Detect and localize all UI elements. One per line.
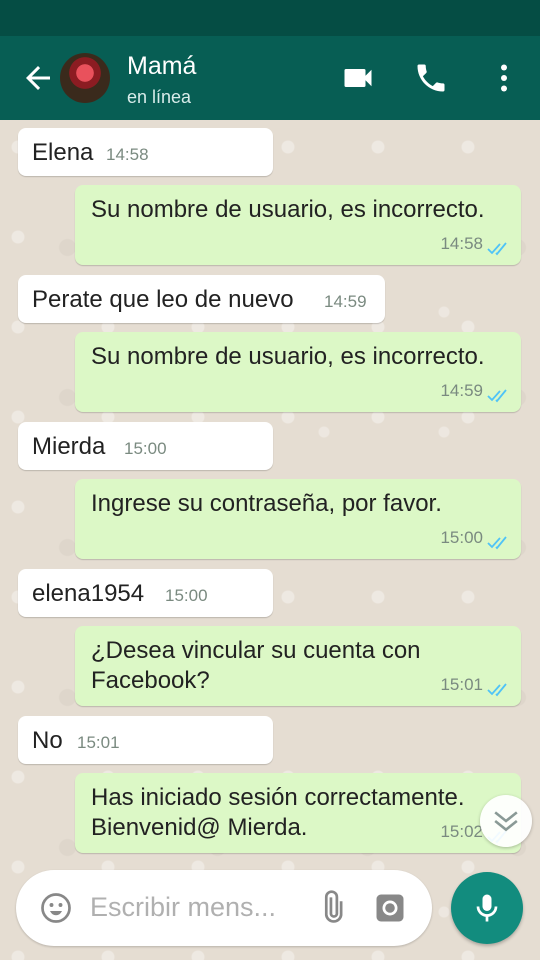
- video-call-icon[interactable]: [340, 60, 376, 96]
- incoming-message[interactable]: No 15:01: [18, 716, 273, 764]
- outgoing-message[interactable]: Su nombre de usuario, es incorrecto. 14:…: [75, 185, 521, 265]
- message-text: Elena: [32, 139, 94, 166]
- outgoing-message[interactable]: Su nombre de usuario, es incorrecto. 14:…: [75, 332, 521, 412]
- incoming-message[interactable]: Mierda 15:00: [18, 422, 273, 470]
- message-text: Su nombre de usuario, es incorrecto.: [91, 343, 485, 370]
- message-input[interactable]: Escribir mens...: [90, 892, 276, 923]
- outgoing-message[interactable]: Has iniciado sesión correctamente. Bienv…: [75, 773, 521, 853]
- message-text: Ingrese su contraseña, por favor.: [91, 490, 442, 517]
- chat-header: Mamá en línea: [0, 36, 540, 120]
- voice-message-button[interactable]: [451, 872, 523, 944]
- more-vert-icon[interactable]: [486, 60, 522, 96]
- message-time: 14:58: [106, 145, 149, 164]
- avatar[interactable]: [60, 53, 110, 103]
- scroll-to-bottom-button[interactable]: [480, 795, 532, 847]
- read-receipt-icon: [487, 683, 507, 697]
- read-receipt-icon: [487, 242, 507, 256]
- message-text: Mierda: [32, 433, 106, 460]
- message-composer[interactable]: Escribir mens...: [16, 870, 432, 946]
- read-receipt-icon: [487, 536, 507, 550]
- message-time: 14:59: [440, 381, 483, 400]
- incoming-message[interactable]: elena1954 15:00: [18, 569, 273, 617]
- paperclip-icon[interactable]: [314, 890, 350, 926]
- message-text: elena1954: [32, 580, 145, 607]
- phone-icon[interactable]: [413, 60, 449, 96]
- message-text: No: [32, 727, 63, 754]
- camera-icon[interactable]: [372, 890, 408, 926]
- outgoing-message[interactable]: Ingrese su contraseña, por favor. 15:00: [75, 479, 521, 559]
- message-text: Perate que leo de nuevo: [32, 286, 294, 313]
- message-time: 14:58: [440, 234, 483, 253]
- message-text: Su nombre de usuario, es incorrecto.: [91, 196, 485, 223]
- message-time: 15:00: [124, 439, 167, 458]
- microphone-icon: [476, 894, 498, 922]
- message-time: 15:01: [440, 675, 483, 694]
- message-time: 15:01: [77, 733, 120, 752]
- read-receipt-icon: [487, 389, 507, 403]
- double-chevron-down-icon: [494, 811, 518, 832]
- message-time: 15:00: [165, 586, 208, 605]
- contact-status: en línea: [127, 87, 192, 107]
- outgoing-message[interactable]: ¿Desea vincular su cuenta con Facebook? …: [75, 626, 521, 706]
- status-bar: [0, 0, 540, 36]
- message-time: 14:59: [324, 292, 367, 311]
- incoming-message[interactable]: Elena 14:58: [18, 128, 273, 176]
- message-time: 15:00: [440, 528, 483, 547]
- contact-name[interactable]: Mamá: [127, 52, 196, 81]
- incoming-message[interactable]: Perate que leo de nuevo 14:59: [18, 275, 385, 323]
- emoji-icon[interactable]: [38, 890, 74, 926]
- back-arrow-icon[interactable]: [20, 60, 56, 96]
- message-time: 15:02: [440, 822, 483, 841]
